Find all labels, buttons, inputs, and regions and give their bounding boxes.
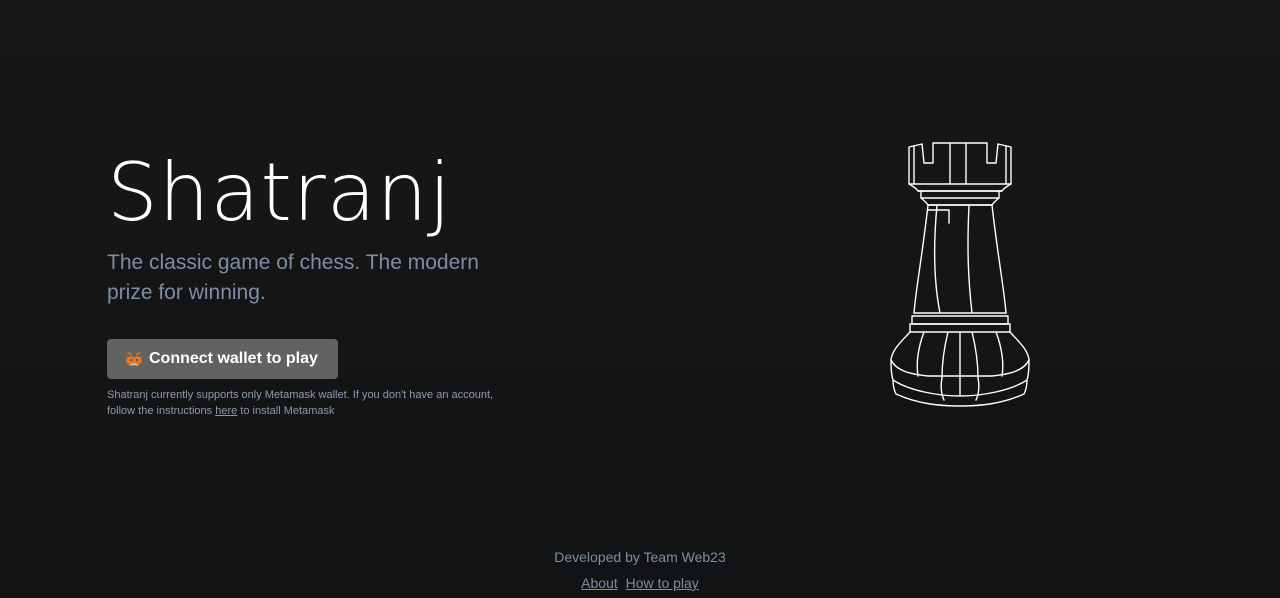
connect-wallet-button[interactable]: Connect wallet to play [107, 339, 338, 379]
how-to-play-link[interactable]: How to play [626, 575, 699, 591]
about-link[interactable]: About [581, 575, 618, 591]
connect-wallet-label: Connect wallet to play [149, 350, 318, 367]
footer-credit: Developed by Team Web23 [554, 549, 726, 565]
page-title: Shatranj [107, 146, 452, 239]
footer: Developed by Team Web23 About How to pla… [0, 548, 1280, 592]
landing-page: Shatranj The classic game of chess. The … [0, 0, 1280, 598]
note-suffix-text: to install Metamask [237, 405, 335, 417]
install-metamask-link[interactable]: here [215, 405, 237, 417]
footer-links: About How to play [0, 574, 1280, 592]
page-subtitle: The classic game of chess. The modern pr… [107, 251, 479, 304]
rook-chess-piece-icon [890, 142, 1030, 407]
metamask-fox-icon [126, 352, 142, 366]
hero-section: Shatranj The classic game of chess. The … [107, 148, 527, 419]
metamask-note: Shatranj currently supports only Metamas… [107, 387, 517, 419]
